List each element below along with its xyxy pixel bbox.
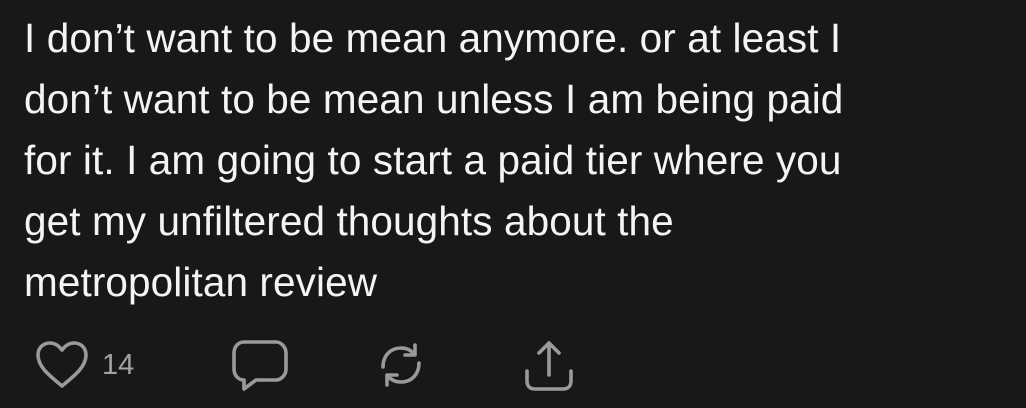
repost-button[interactable]: [371, 330, 431, 400]
speech-bubble-icon: [228, 337, 292, 393]
share-icon: [519, 335, 579, 395]
share-button[interactable]: [519, 330, 579, 400]
post-action-bar: 14: [0, 330, 1026, 400]
like-button[interactable]: 14: [34, 330, 134, 400]
post-text: I don’t want to be mean anymore. or at l…: [24, 15, 844, 305]
heart-icon: [34, 340, 90, 390]
repost-icon: [371, 337, 431, 393]
like-count: 14: [102, 348, 135, 381]
post-card: I don’t want to be mean anymore. or at l…: [0, 0, 1026, 408]
reply-button[interactable]: [228, 330, 292, 400]
